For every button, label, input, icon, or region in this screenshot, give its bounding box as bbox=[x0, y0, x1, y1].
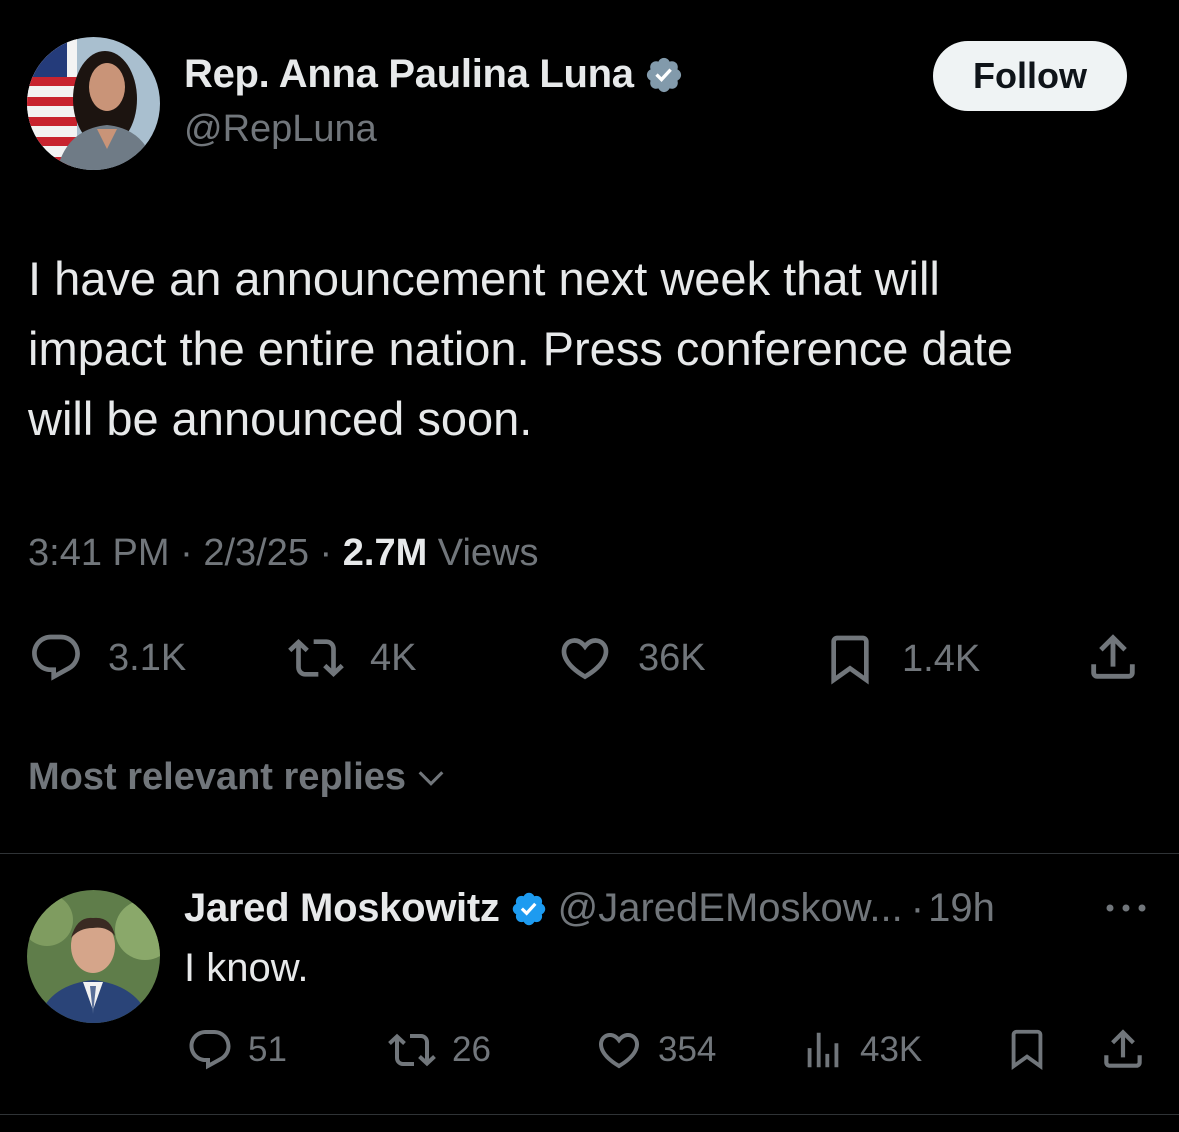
share-icon bbox=[1104, 1029, 1142, 1068]
tweet-text: I have an announcement next week that wi… bbox=[28, 252, 1013, 445]
reply-like-button[interactable]: 354 bbox=[594, 1026, 716, 1074]
more-options-button[interactable] bbox=[1104, 896, 1148, 925]
tweet-meta: 3:41 PM · 2/3/25 · 2.7M Views bbox=[28, 532, 538, 575]
reply-button[interactable]: 3.1K bbox=[28, 630, 186, 686]
repost-count: 4K bbox=[370, 636, 417, 679]
divider bbox=[0, 853, 1179, 854]
bookmark-button[interactable]: 1.4K bbox=[822, 630, 980, 688]
divider bbox=[0, 1114, 1179, 1115]
reply-reply-button[interactable]: 51 bbox=[186, 1026, 287, 1074]
bookmark-icon bbox=[831, 635, 869, 685]
bookmark-icon bbox=[1011, 1029, 1043, 1070]
reply-icon bbox=[189, 1030, 231, 1070]
reply-share-button[interactable] bbox=[1098, 1024, 1148, 1074]
repost-button[interactable]: 4K bbox=[286, 630, 416, 686]
bookmark-count: 1.4K bbox=[902, 637, 981, 680]
meta-separator: · bbox=[180, 532, 193, 574]
follow-button[interactable]: Follow bbox=[933, 41, 1127, 111]
reply-reply-count: 51 bbox=[248, 1030, 287, 1069]
author-name-line[interactable]: Rep. Anna Paulina Luna bbox=[184, 52, 684, 97]
more-icon bbox=[1106, 904, 1146, 912]
reply-like-count: 354 bbox=[658, 1030, 717, 1069]
author-avatar[interactable] bbox=[27, 37, 160, 170]
chevron-down-icon bbox=[418, 770, 444, 786]
reply-author-avatar[interactable] bbox=[27, 890, 160, 1023]
reply-views-count: 43K bbox=[860, 1030, 923, 1069]
share-icon bbox=[1091, 634, 1135, 679]
like-icon bbox=[561, 638, 609, 680]
repost-icon bbox=[388, 1033, 436, 1067]
reply-icon bbox=[32, 634, 80, 681]
verified-badge-icon bbox=[644, 55, 684, 95]
replies-sort-label: Most relevant replies bbox=[28, 756, 407, 798]
verified-badge-icon bbox=[510, 890, 548, 928]
views-label: Views bbox=[437, 532, 539, 574]
reply-header: Jared Moskowitz @JaredEMoskow... · 19h bbox=[184, 886, 995, 931]
reply-time[interactable]: 19h bbox=[928, 886, 995, 931]
tweet-time[interactable]: 3:41 PM bbox=[28, 532, 170, 574]
meta-separator: · bbox=[319, 532, 333, 574]
reply-separator: · bbox=[910, 886, 925, 930]
like-count: 36K bbox=[638, 636, 706, 679]
reply-text: I know. bbox=[184, 946, 309, 990]
like-button[interactable]: 36K bbox=[556, 630, 706, 686]
replies-sort-dropdown[interactable]: Most relevant replies bbox=[28, 756, 448, 799]
views-icon bbox=[807, 1032, 839, 1068]
author-handle[interactable]: @RepLuna bbox=[184, 108, 377, 151]
reply-count: 3.1K bbox=[108, 636, 187, 679]
reply-author-handle[interactable]: @JaredEMoskow... bbox=[558, 886, 903, 931]
reply-repost-button[interactable]: 26 bbox=[386, 1026, 491, 1074]
reply-bookmark-button[interactable] bbox=[1004, 1024, 1050, 1074]
author-name[interactable]: Rep. Anna Paulina Luna bbox=[184, 52, 634, 97]
tweet-date[interactable]: 2/3/25 bbox=[203, 532, 309, 574]
reply-views-button[interactable]: 43K bbox=[800, 1026, 922, 1074]
share-button[interactable] bbox=[1084, 628, 1142, 686]
repost-icon bbox=[288, 639, 344, 677]
reply-repost-count: 26 bbox=[452, 1030, 491, 1069]
like-icon bbox=[598, 1033, 640, 1069]
reply-author-name[interactable]: Jared Moskowitz bbox=[184, 886, 500, 931]
views-count: 2.7M bbox=[342, 532, 428, 574]
